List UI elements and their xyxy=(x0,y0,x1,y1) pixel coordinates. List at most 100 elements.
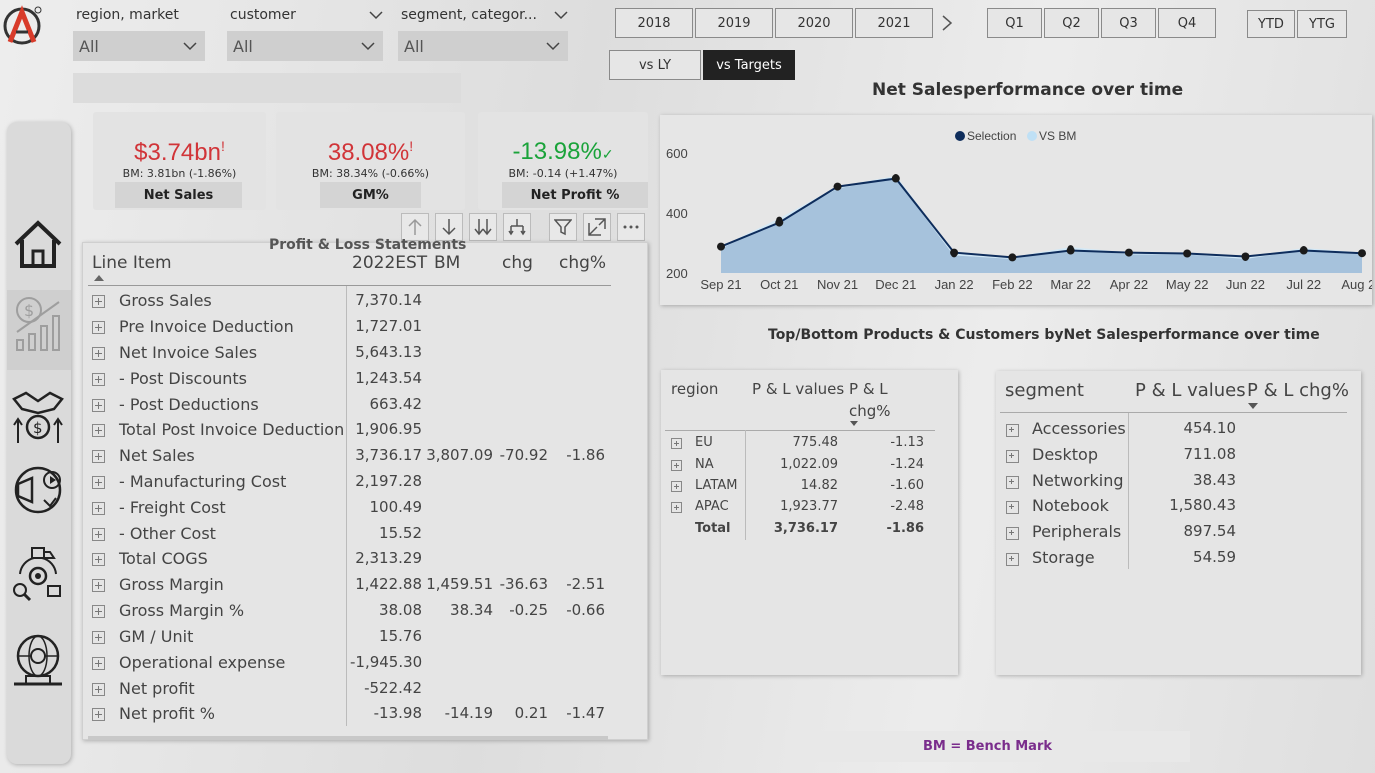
filter-segment[interactable]: segment, categor... All xyxy=(398,4,568,61)
expand-plus-icon[interactable] xyxy=(92,347,105,360)
expand-plus-icon[interactable] xyxy=(1006,553,1019,566)
header-pl-values[interactable]: P & L values xyxy=(752,380,844,398)
table-row[interactable]: Net profit -522.42 xyxy=(88,676,628,702)
expand-plus-icon[interactable] xyxy=(92,295,105,308)
expand-plus-icon[interactable] xyxy=(92,528,105,541)
expand-plus-icon[interactable] xyxy=(92,553,105,566)
finance-growth-icon[interactable]: $ xyxy=(11,294,67,354)
chevron-down-icon[interactable] xyxy=(554,8,568,22)
home-icon[interactable] xyxy=(10,214,66,274)
expand-plus-icon[interactable] xyxy=(1006,501,1019,515)
quarter-q4-button[interactable]: Q4 xyxy=(1158,8,1216,38)
table-row[interactable]: Gross Margin 1,422.88 1,459.51 -36.63 -2… xyxy=(88,572,628,598)
table-row[interactable]: Total Post Invoice Deduction 1,906.95 xyxy=(88,417,628,443)
expand-plus-icon[interactable] xyxy=(92,399,105,412)
deal-money-icon[interactable]: $ xyxy=(10,387,66,447)
table-row[interactable]: Net profit % -13.98 -14.19 0.21 -1.47 xyxy=(88,701,628,727)
table-row[interactable]: Pre Invoice Deduction 1,727.01 xyxy=(88,314,628,340)
list-item[interactable]: EU 775.48 -1.13 xyxy=(665,434,935,456)
list-item[interactable]: Networking 38.43 xyxy=(1000,469,1340,495)
marketing-icon[interactable] xyxy=(10,462,66,522)
table-row[interactable]: Net Invoice Sales 5,643.13 xyxy=(88,340,628,366)
expand-plus-icon[interactable] xyxy=(1006,449,1019,463)
filter-dropdown[interactable]: All xyxy=(398,31,568,61)
expand-all-button[interactable] xyxy=(503,213,531,241)
vs-targets-button[interactable]: vs Targets xyxy=(703,50,795,80)
header-region[interactable]: region xyxy=(671,380,718,398)
year-2018-button[interactable]: 2018 xyxy=(615,8,693,38)
vs-ly-button[interactable]: vs LY xyxy=(609,50,701,80)
expand-plus-icon[interactable] xyxy=(92,373,105,386)
expand-plus-icon[interactable] xyxy=(92,450,105,463)
header-pl-values[interactable]: P & L values xyxy=(1135,380,1246,401)
table-row[interactable]: - Freight Cost 100.49 xyxy=(88,495,628,521)
quarter-q1-button[interactable]: Q1 xyxy=(987,8,1042,38)
filter-region[interactable]: region, market All xyxy=(73,4,205,61)
ytd-button[interactable]: YTD xyxy=(1247,10,1295,38)
filter-dropdown[interactable]: All xyxy=(227,31,383,61)
expand-plus-icon[interactable] xyxy=(92,476,105,489)
expand-plus-icon[interactable] xyxy=(671,460,682,471)
expand-plus-icon[interactable] xyxy=(92,631,105,644)
supply-chain-icon[interactable] xyxy=(10,544,66,604)
global-network-icon[interactable] xyxy=(10,630,66,690)
header-line-item[interactable]: Line Item xyxy=(92,253,172,273)
chevron-right-icon[interactable] xyxy=(940,14,954,32)
expand-plus-icon[interactable] xyxy=(1006,424,1019,437)
expand-plus-icon[interactable] xyxy=(92,321,105,334)
list-item[interactable]: LATAM 14.82 -1.60 xyxy=(665,477,935,499)
expand-plus-icon[interactable] xyxy=(92,657,105,670)
horizontal-scrollbar[interactable] xyxy=(88,736,608,740)
expand-plus-icon[interactable] xyxy=(92,424,105,437)
list-item[interactable]: Peripherals 897.54 xyxy=(1000,520,1340,546)
expand-plus-icon[interactable] xyxy=(1006,475,1019,489)
list-item[interactable]: APAC 1,923.77 -2.48 xyxy=(665,498,935,520)
table-row[interactable]: Total COGS 2,313.29 xyxy=(88,546,628,572)
header-pl-chg-percent[interactable]: P & L chg% xyxy=(1247,380,1349,401)
more-options-button[interactable] xyxy=(617,213,645,241)
ytg-button[interactable]: YTG xyxy=(1297,10,1347,38)
sort-up-icon[interactable] xyxy=(93,274,105,282)
filter-button[interactable] xyxy=(549,213,577,241)
header-chg[interactable]: chg xyxy=(502,253,533,273)
sort-down-icon[interactable] xyxy=(1247,402,1259,410)
header-chg-percent[interactable]: chg% xyxy=(849,402,891,420)
expand-plus-icon[interactable] xyxy=(671,502,682,513)
year-2021-button[interactable]: 2021 xyxy=(855,8,933,38)
focus-mode-button[interactable] xyxy=(583,213,611,241)
quarter-q3-button[interactable]: Q3 xyxy=(1101,8,1156,38)
expand-next-level-button[interactable] xyxy=(469,213,497,241)
table-row[interactable]: GM / Unit 15.76 xyxy=(88,624,628,650)
expand-plus-icon[interactable] xyxy=(92,579,105,592)
table-row[interactable]: Net Sales 3,736.17 3,807.09 -70.92 -1.86 xyxy=(88,443,628,469)
expand-plus-icon[interactable] xyxy=(1006,527,1019,541)
year-2020-button[interactable]: 2020 xyxy=(775,8,853,38)
expand-plus-icon[interactable] xyxy=(671,438,682,449)
list-item[interactable]: Storage 54.59 xyxy=(1000,546,1340,572)
expand-plus-icon[interactable] xyxy=(92,605,105,618)
expand-plus-icon[interactable] xyxy=(92,502,105,515)
table-row[interactable]: - Manufacturing Cost 2,197.28 xyxy=(88,469,628,495)
year-2019-button[interactable]: 2019 xyxy=(695,8,773,38)
list-item[interactable]: Accessories 454.10 xyxy=(1000,417,1340,443)
header-2022est[interactable]: 2022EST xyxy=(352,253,427,273)
table-row[interactable]: Operational expense -1,945.30 xyxy=(88,650,628,676)
table-row[interactable]: Gross Sales 7,370.14 xyxy=(88,288,628,314)
sort-down-icon[interactable] xyxy=(849,420,859,427)
header-bm[interactable]: BM xyxy=(434,253,460,273)
expand-plus-icon[interactable] xyxy=(92,708,105,721)
header-chg-percent[interactable]: chg% xyxy=(559,253,606,273)
list-item[interactable]: NA 1,022.09 -1.24 xyxy=(665,456,935,478)
expand-plus-icon[interactable] xyxy=(92,683,105,696)
table-row[interactable]: - Post Deductions 663.42 xyxy=(88,392,628,418)
header-segment[interactable]: segment xyxy=(1005,380,1084,401)
expand-plus-icon[interactable] xyxy=(671,481,682,492)
header-pl-chg[interactable]: P & L xyxy=(849,380,888,398)
quarter-q2-button[interactable]: Q2 xyxy=(1044,8,1099,38)
list-item[interactable]: Desktop 711.08 xyxy=(1000,443,1340,469)
list-item[interactable]: Notebook 1,580.43 xyxy=(1000,494,1340,520)
table-row[interactable]: - Other Cost 15.52 xyxy=(88,521,628,547)
table-row[interactable]: - Post Discounts 1,243.54 xyxy=(88,366,628,392)
table-row[interactable]: Gross Margin % 38.08 38.34 -0.25 -0.66 xyxy=(88,598,628,624)
filter-customer[interactable]: customer All xyxy=(227,4,383,61)
